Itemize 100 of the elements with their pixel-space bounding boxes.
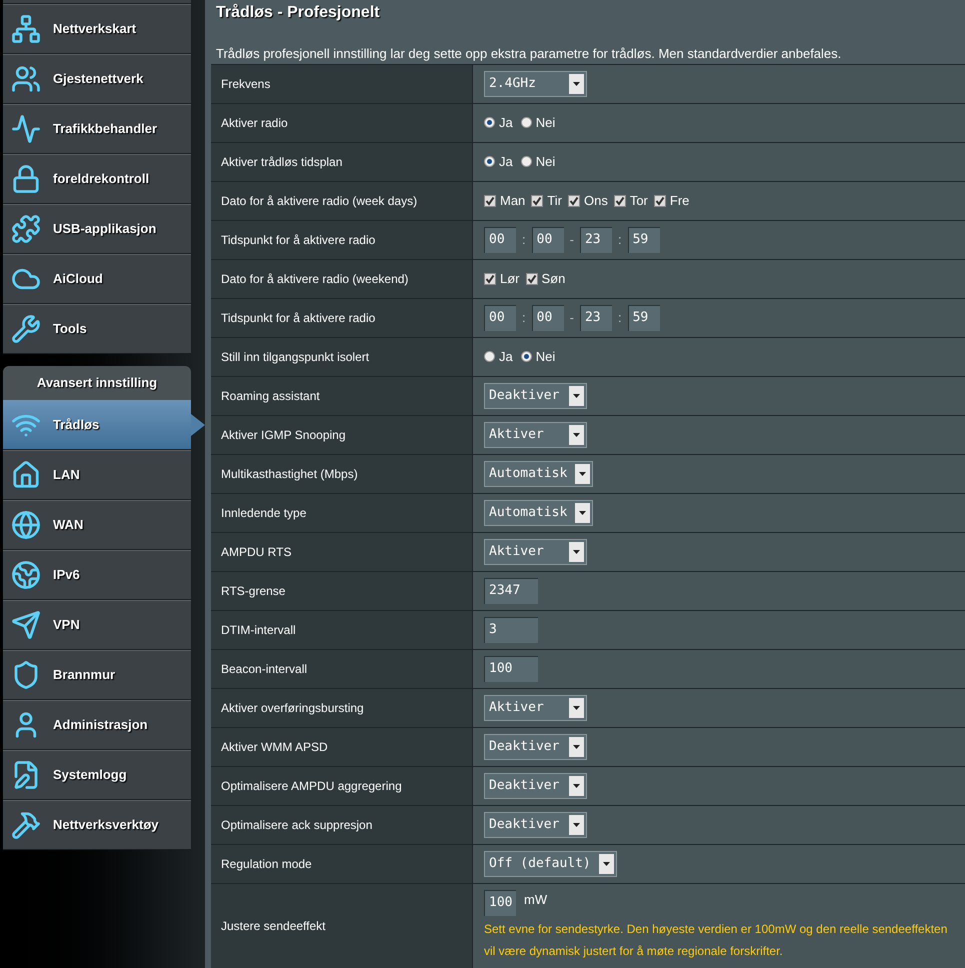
setting-label: RTS-grense bbox=[211, 572, 473, 610]
input-field[interactable]: 00 bbox=[484, 304, 516, 330]
setting-label: Roaming assistant bbox=[211, 376, 473, 414]
sidebar-item[interactable]: AiCloud bbox=[3, 254, 191, 304]
tool-icon bbox=[11, 810, 41, 840]
dropdown[interactable]: 2.4GHz bbox=[484, 70, 587, 96]
people-icon bbox=[11, 64, 41, 94]
page-title: Trådløs - Profesjonelt bbox=[215, 2, 381, 23]
paper-plane-icon bbox=[11, 610, 41, 640]
checkbox-label: Man bbox=[500, 192, 526, 210]
dropdown[interactable]: Aktiver bbox=[484, 694, 587, 720]
radio-label: Ja bbox=[499, 348, 513, 366]
sidebar-item[interactable]: Gjestenettverk bbox=[3, 54, 191, 104]
sidebar-item[interactable]: Nettverkskart bbox=[3, 4, 191, 54]
checkbox[interactable] bbox=[568, 194, 580, 206]
setting-label: Beacon-intervall bbox=[211, 650, 473, 688]
sidebar-item[interactable]: Nettverksverktøy bbox=[3, 800, 191, 850]
dropdown[interactable]: Deaktiver bbox=[484, 382, 587, 408]
input-field[interactable]: 23 bbox=[580, 226, 612, 252]
radio-label: Ja bbox=[499, 114, 513, 132]
separator: : bbox=[618, 308, 622, 327]
dropdown[interactable]: Aktiver bbox=[484, 422, 587, 448]
radio-button[interactable] bbox=[520, 117, 532, 128]
sidebar-item[interactable]: Brannmur bbox=[3, 650, 191, 700]
dropdown[interactable]: Automatisk bbox=[484, 460, 594, 486]
radio-label: Nei bbox=[536, 348, 556, 366]
separator: : bbox=[618, 230, 622, 249]
caret-icon bbox=[598, 854, 614, 874]
caret-icon bbox=[569, 424, 584, 444]
setting-label: Aktiver overføringsbursting bbox=[211, 688, 473, 726]
input-field[interactable]: 2347 bbox=[484, 578, 538, 604]
setting-label: Innledende type bbox=[211, 494, 473, 532]
dropdown[interactable]: Deaktiver bbox=[484, 772, 587, 798]
setting-label: Frekvens bbox=[211, 64, 473, 102]
radio-button[interactable] bbox=[520, 351, 532, 362]
setting-label: DTIM-intervall bbox=[211, 610, 473, 648]
checkbox-label: Tir bbox=[547, 192, 562, 210]
sidebar-item[interactable]: VPN bbox=[3, 600, 191, 650]
radio-label: Ja bbox=[499, 152, 513, 171]
setting-label: AMPDU RTS bbox=[211, 532, 473, 570]
house-icon bbox=[11, 460, 41, 490]
setting-label: Tidspunkt for å aktivere radio bbox=[211, 220, 473, 258]
wrench-icon bbox=[11, 314, 41, 344]
dropdown[interactable]: Aktiver bbox=[484, 538, 587, 564]
input-field[interactable]: 59 bbox=[628, 226, 660, 252]
sidebar-item[interactable]: Administrasjon bbox=[3, 700, 191, 750]
dropdown[interactable]: Automatisk bbox=[484, 500, 594, 526]
separator: : bbox=[522, 308, 526, 327]
sidebar-item[interactable]: LAN bbox=[3, 450, 191, 500]
checkbox[interactable] bbox=[526, 272, 538, 284]
setting-label: Still inn tilgangspunkt isolert bbox=[211, 338, 473, 376]
setting-label: Justere sendeeffekt bbox=[211, 884, 473, 968]
caret-icon bbox=[569, 698, 584, 718]
separator: - bbox=[570, 230, 574, 249]
dropdown[interactable]: Off (default) bbox=[484, 850, 617, 876]
radio-button[interactable] bbox=[484, 351, 495, 362]
sidebar-item[interactable]: Systemlogg bbox=[3, 750, 191, 800]
input-field[interactable]: 00 bbox=[532, 226, 564, 252]
sidebar-item[interactable]: Tools bbox=[3, 304, 191, 354]
network-icon bbox=[11, 14, 41, 44]
caret-icon bbox=[569, 736, 584, 756]
section-header: Avansert innstilling bbox=[3, 366, 191, 400]
input-field[interactable]: 00 bbox=[532, 304, 564, 330]
setting-label: Aktiver trådløs tidsplan bbox=[211, 142, 473, 180]
setting-label: Aktiver radio bbox=[211, 104, 473, 142]
checkbox-label: Tor bbox=[630, 192, 648, 210]
checkbox-label: Ons bbox=[584, 192, 608, 210]
checkbox[interactable] bbox=[531, 194, 544, 206]
input-field[interactable]: 100 bbox=[484, 890, 516, 916]
checkbox[interactable] bbox=[654, 194, 666, 206]
pointer-icon bbox=[191, 414, 205, 436]
radio-button[interactable] bbox=[520, 156, 532, 167]
caret-icon bbox=[569, 74, 584, 94]
input-field[interactable]: 3 bbox=[484, 616, 538, 642]
dropdown[interactable]: Deaktiver bbox=[484, 734, 587, 760]
sidebar-item[interactable]: foreldrekontroll bbox=[3, 154, 191, 204]
caret-icon bbox=[569, 776, 584, 796]
checkbox[interactable] bbox=[484, 272, 496, 284]
globe-icon bbox=[11, 560, 41, 590]
sidebar-item[interactable]: IPv6 bbox=[3, 550, 191, 600]
input-field[interactable]: 00 bbox=[484, 226, 516, 252]
sidebar-item[interactable]: WAN bbox=[3, 500, 191, 550]
chart-line-icon bbox=[11, 114, 41, 144]
setting-label: Aktiver IGMP Snooping bbox=[211, 416, 473, 454]
lock-icon bbox=[11, 164, 41, 194]
checkbox[interactable] bbox=[484, 194, 496, 206]
checkbox[interactable] bbox=[614, 194, 626, 206]
radio-button[interactable] bbox=[484, 117, 495, 128]
sidebar-item[interactable]: Trafikkbehandler bbox=[3, 104, 191, 154]
separator: - bbox=[570, 308, 574, 327]
dropdown[interactable]: Deaktiver bbox=[484, 812, 587, 838]
caret-icon bbox=[569, 814, 584, 834]
input-field[interactable]: 59 bbox=[628, 304, 660, 330]
caret-icon bbox=[575, 502, 590, 522]
caret-icon bbox=[569, 386, 584, 406]
input-field[interactable]: 23 bbox=[580, 304, 612, 330]
radio-button[interactable] bbox=[484, 156, 495, 167]
sidebar-item[interactable]: USB-applikasjon bbox=[3, 204, 191, 254]
input-field[interactable]: 100 bbox=[484, 656, 538, 682]
setting-label: Aktiver WMM APSD bbox=[211, 728, 473, 766]
